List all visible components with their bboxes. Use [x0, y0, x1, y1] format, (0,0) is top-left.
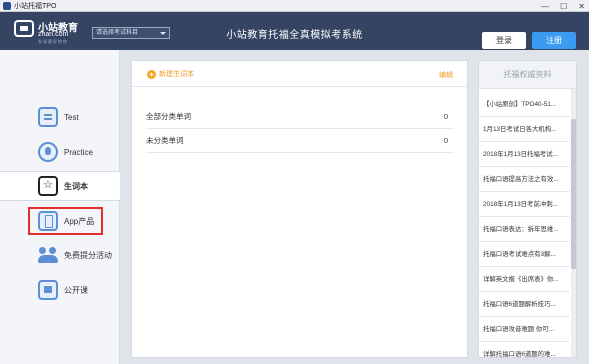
list-item[interactable]: 托福口语提高方法之有效... — [479, 168, 570, 192]
vocab-panel-header: + 新建生词本 编辑 — [132, 61, 467, 87]
list-item[interactable]: 未分类单词 0 — [146, 129, 454, 153]
list-item[interactable]: 【小站原创】TPO40-51... — [479, 93, 570, 117]
test-icon — [38, 107, 58, 127]
sidebar-item-practice[interactable]: Practice — [0, 137, 120, 167]
login-button[interactable]: 登录 — [482, 32, 526, 49]
vocab-list-count: 0 — [443, 136, 448, 145]
list-item[interactable]: 1月13日考试日各大机构... — [479, 118, 570, 142]
close-button[interactable]: ✕ — [578, 2, 585, 11]
sidebar-item-label: 公开课 — [64, 285, 88, 295]
sidebar-item-label: 生词本 — [64, 181, 88, 191]
sidebar-item-course[interactable]: 公开课 — [0, 275, 120, 305]
vocab-list-name: 全部分类单词 — [146, 112, 191, 121]
course-icon — [38, 280, 58, 300]
scrollbar[interactable] — [571, 89, 576, 357]
sidebar-item-label: Test — [64, 112, 79, 122]
edit-button[interactable]: 编辑 — [439, 70, 453, 80]
list-item[interactable]: 托福口语6道题解析技巧... — [479, 293, 570, 317]
vocab-panel: + 新建生词本 编辑 全部分类单词 0 未分类单词 0 — [131, 60, 468, 358]
vocab-list-count: 0 — [443, 112, 448, 121]
practice-icon — [38, 142, 58, 162]
list-item[interactable]: 托福口语考试难点有3解... — [479, 243, 570, 267]
sidebar-item-label: Practice — [64, 147, 93, 157]
highlight-box — [28, 207, 103, 235]
new-vocab-button[interactable]: + 新建生词本 — [147, 69, 194, 79]
vocab-icon — [38, 176, 58, 196]
activity-icon — [38, 245, 58, 265]
plus-icon: + — [147, 69, 156, 79]
maximize-button[interactable]: ☐ — [560, 2, 567, 11]
sidebar-item-activity[interactable]: 免费提分活动 — [0, 240, 120, 270]
scroll-thumb[interactable] — [571, 119, 576, 269]
list-item[interactable]: 2018年1月13日考前冲刺... — [479, 193, 570, 217]
sidebar: Test Practice 生词本 App产品 免费提分活动 公开课 — [0, 50, 120, 364]
resources-title: 托福权威资料 — [479, 61, 576, 89]
list-item[interactable]: 2018年1月13日托福考试... — [479, 143, 570, 167]
sidebar-item-label: 免费提分活动 — [64, 250, 112, 260]
list-item[interactable]: 全部分类单词 0 — [146, 105, 454, 129]
app-icon — [3, 1, 11, 10]
resources-panel: 托福权威资料 【小站原创】TPO40-51... 1月13日考试日各大机构...… — [478, 60, 577, 358]
vocab-list-name: 未分类单词 — [146, 136, 184, 145]
list-item[interactable]: 详解英文报《出席表》你... — [479, 268, 570, 292]
window-controls: — ☐ ✕ — [541, 0, 585, 12]
title-bar: 小站托福TPO — ☐ ✕ — [0, 0, 589, 12]
sidebar-item-vocab[interactable]: 生词本 — [0, 171, 120, 201]
app-header: 小站教育 zhan.com 发现更好的你 请选择考试科目 小站教育托福全真模拟考… — [0, 12, 589, 50]
minimize-button[interactable]: — — [541, 2, 549, 11]
list-item[interactable]: 详解托福口语6道题的难... — [479, 343, 570, 357]
list-item[interactable]: 托福口语攻音难题 你可... — [479, 318, 570, 342]
register-button[interactable]: 注册 — [532, 32, 576, 49]
window-title: 小站托福TPO — [14, 2, 57, 10]
list-item[interactable]: 托福口语表达：拆年思维... — [479, 218, 570, 242]
new-vocab-label: 新建生词本 — [159, 71, 194, 78]
sidebar-item-test[interactable]: Test — [0, 102, 120, 132]
